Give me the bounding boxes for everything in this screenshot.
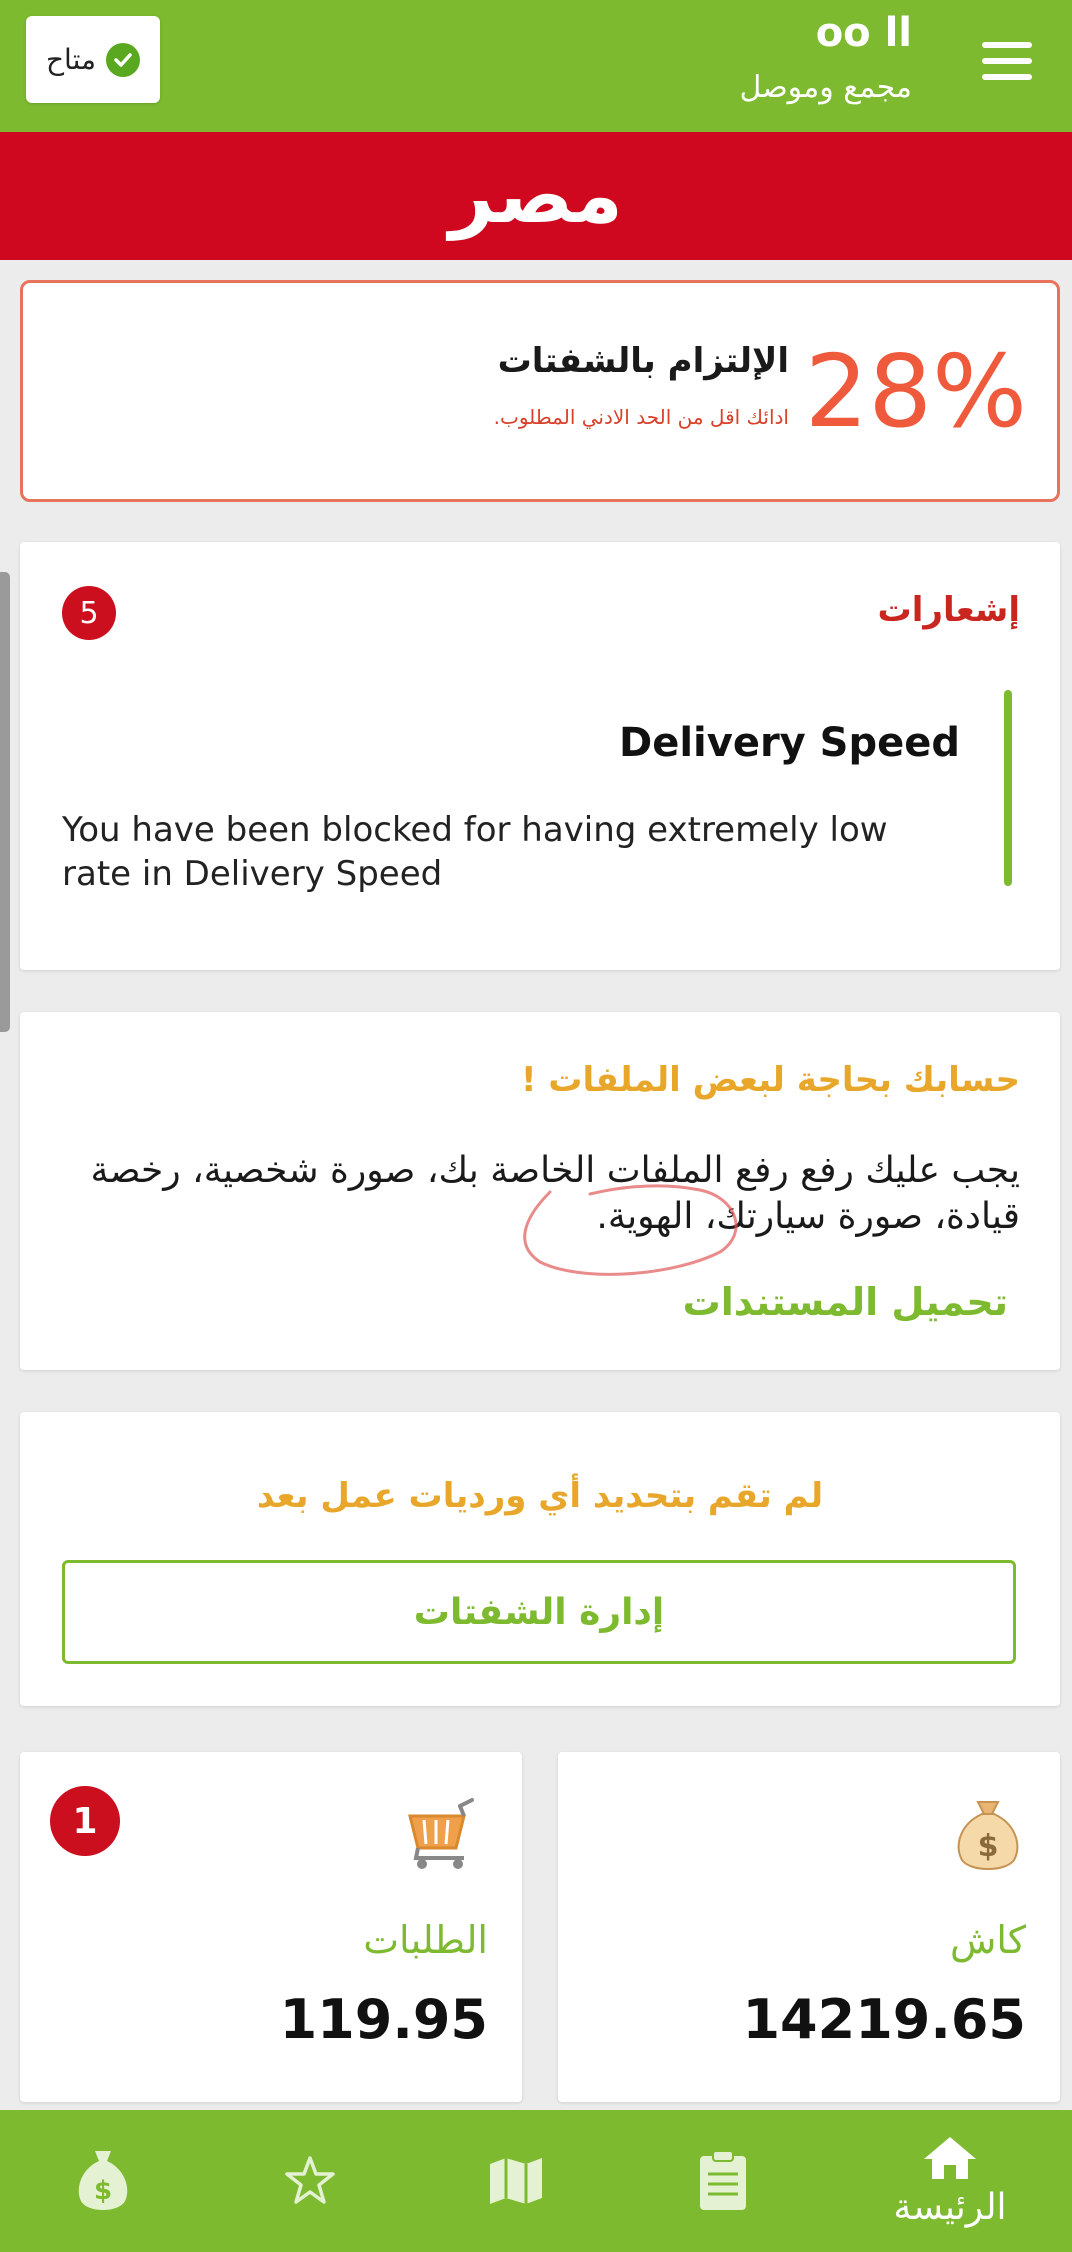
cart-icon [402, 1796, 486, 1876]
no-shifts-message: لم تقم بتحديد أي ورديات عمل بعد [256, 1476, 824, 1516]
shift-commitment-card: 28% الإلتزام بالشفتات ادائك اقل من الحد … [20, 280, 1060, 502]
notification-body: You have been blocked for having extreme… [62, 810, 888, 894]
home-icon [924, 2136, 976, 2179]
nav-ratings[interactable] [230, 2110, 390, 2252]
nav-home-label: الرئيسة [893, 2186, 1007, 2228]
notifications-count-badge: 5 [62, 586, 116, 640]
availability-label: متاح [45, 43, 97, 76]
notification-item[interactable]: Delivery Speed You have been blocked for… [62, 690, 1012, 894]
notification-accent-bar [1004, 690, 1012, 886]
nav-earnings[interactable]: $ [23, 2110, 183, 2252]
notification-title: Delivery Speed [618, 720, 960, 766]
user-name: oo ll [815, 10, 912, 56]
country-banner: مصر [0, 132, 1072, 260]
commitment-title: الإلتزام بالشفتات [497, 341, 789, 381]
svg-text:$: $ [94, 2176, 112, 2206]
svg-text:$: $ [978, 1829, 999, 1864]
country-name: مصر [449, 151, 623, 241]
notifications-card: إشعارات 5 Delivery Speed You have been b… [20, 542, 1060, 970]
cash-value: 14219.65 [742, 1988, 1026, 2051]
nav-home[interactable]: الرئيسة [870, 2110, 1030, 2252]
money-bag-icon: $ [952, 1796, 1024, 1876]
commitment-percent: 28% [804, 333, 1027, 450]
notifications-title: إشعارات [877, 590, 1020, 630]
orders-label: الطلبات [363, 1918, 488, 1962]
nav-orders[interactable] [643, 2110, 803, 2252]
money-bag-icon: $ [78, 2151, 128, 2210]
hamburger-menu-icon[interactable] [982, 42, 1032, 80]
bottom-navigation: الرئيسة $ [0, 2110, 1072, 2252]
user-info: oo ll مجمع وموصل [739, 10, 912, 110]
orders-value: 119.95 [279, 1988, 488, 2051]
map-icon [490, 2158, 542, 2204]
star-icon [285, 2156, 335, 2204]
shifts-card: لم تقم بتحديد أي ورديات عمل بعد إدارة ال… [20, 1412, 1060, 1706]
check-circle-icon [106, 42, 141, 77]
nav-map[interactable] [436, 2110, 596, 2252]
scroll-indicator[interactable] [0, 572, 10, 1032]
manage-shifts-button[interactable]: إدارة الشفتات [62, 1560, 1016, 1664]
cash-stat-card[interactable]: $ كاش 14219.65 [558, 1752, 1060, 2102]
user-role: مجمع وموصل [739, 70, 912, 105]
scribble-annotation [523, 1184, 738, 1276]
orders-count-badge: 1 [50, 1786, 120, 1856]
cash-label: كاش [949, 1918, 1026, 1962]
orders-stat-card[interactable]: 1 الطلبات 119.95 [20, 1752, 522, 2102]
app-header: متاح oo ll مجمع وموصل [0, 0, 1072, 132]
upload-documents-link[interactable]: تحميل المستندات [683, 1280, 1008, 1324]
clipboard-icon [700, 2150, 746, 2210]
documents-card: حسابك بحاجة لبعض الملفات ! يجب عليك رفع … [20, 1012, 1060, 1370]
commitment-subtitle: ادائك اقل من الحد الادني المطلوب. [493, 405, 789, 429]
documents-title: حسابك بحاجة لبعض الملفات ! [520, 1060, 1020, 1100]
availability-toggle[interactable]: متاح [26, 16, 160, 103]
